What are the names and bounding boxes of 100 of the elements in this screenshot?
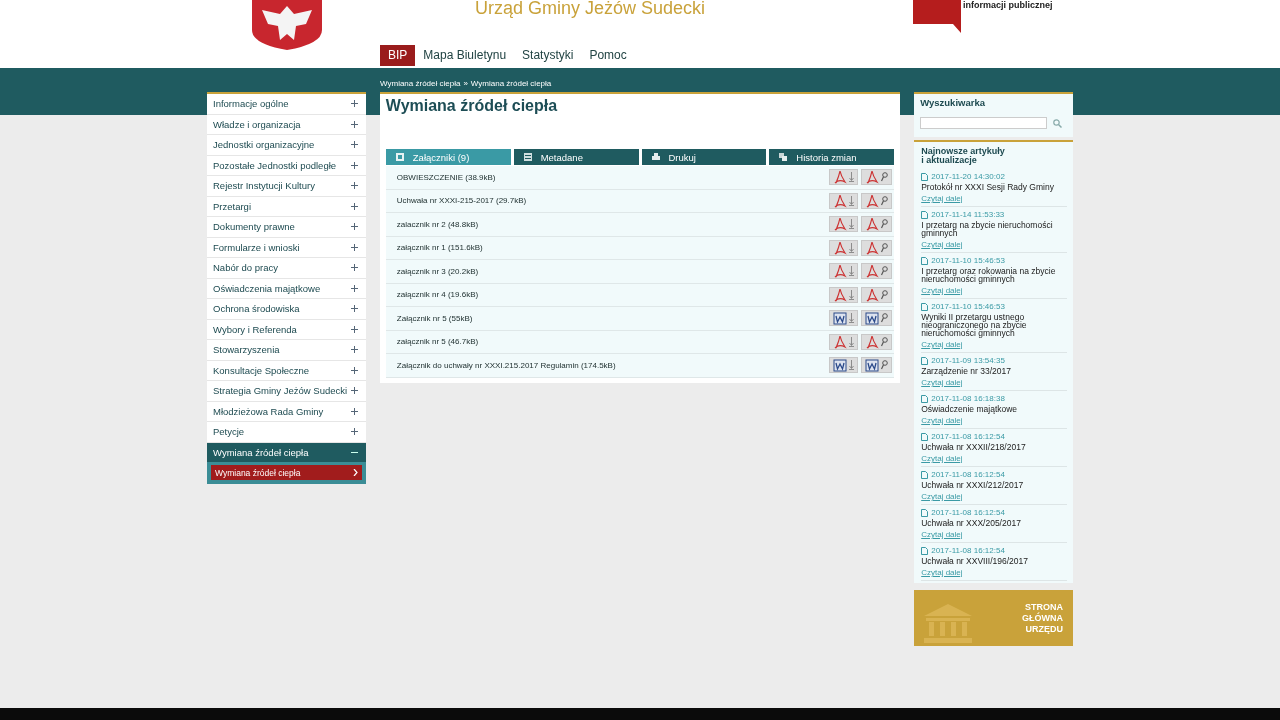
magnifier-icon xyxy=(881,172,889,183)
document-icon xyxy=(921,546,929,555)
plus-icon xyxy=(350,346,358,354)
plus-icon xyxy=(350,325,358,333)
download-button[interactable] xyxy=(829,216,859,233)
news-date: 2017-11-10 15:46:53 xyxy=(931,256,1005,265)
magnifier-icon xyxy=(881,195,889,206)
word-icon xyxy=(865,358,880,373)
magnifier-icon xyxy=(881,313,889,324)
document-icon xyxy=(921,256,929,265)
document-icon xyxy=(921,302,929,311)
news-title: Wyniki II przetargu ustnego nieograniczonego na zbycie nieruchomości gminnych xyxy=(921,313,1028,337)
magnifier-icon xyxy=(881,219,889,230)
panel-title: Wyszukiwarka xyxy=(920,97,986,108)
preview-button[interactable] xyxy=(861,263,893,280)
search-field[interactable] xyxy=(920,117,1048,129)
pdf-icon xyxy=(865,334,880,349)
document-icon xyxy=(523,153,532,161)
plus-icon xyxy=(350,305,358,313)
news-title: Zarządzenie nr 33/2017 xyxy=(921,367,1012,375)
news-date: 2017-11-09 13:54:35 xyxy=(931,356,1005,365)
pdf-icon xyxy=(865,287,880,302)
plus-icon xyxy=(350,366,358,374)
download-button[interactable] xyxy=(829,192,859,209)
pdf-icon xyxy=(865,170,880,185)
plus-icon xyxy=(350,100,358,108)
preview-button[interactable] xyxy=(861,169,893,186)
document-icon xyxy=(921,394,929,403)
document-icon xyxy=(921,470,929,479)
tab[interactable]: Historia zmian xyxy=(769,149,895,165)
document-icon xyxy=(921,210,929,219)
plus-icon xyxy=(350,264,358,272)
news-date: 2017-11-08 16:18:38 xyxy=(931,394,1005,403)
site-title: Urząd Gminy Jeżów Sudecki xyxy=(475,0,706,19)
chevron-right-icon xyxy=(352,469,358,476)
pdf-icon xyxy=(833,170,848,185)
download-icon xyxy=(849,195,855,206)
news-title: Uchwała nr XXVIII/196/2017 xyxy=(921,557,1029,565)
download-button[interactable] xyxy=(829,333,859,350)
preview-button[interactable] xyxy=(861,333,893,350)
plus-icon xyxy=(350,387,358,395)
sidebar-item[interactable]: Wymiana źródeł ciepła xyxy=(207,442,366,462)
plus-icon xyxy=(350,428,358,436)
news-date: 2017-11-08 16:12:54 xyxy=(931,470,1005,479)
magnifier-icon xyxy=(881,336,889,347)
download-button[interactable] xyxy=(829,357,859,374)
news-date: 2017-11-08 16:12:54 xyxy=(931,432,1005,441)
news-title: I przetarg oraz rokowania na zbycie nieruchomości gminnych xyxy=(921,267,1057,283)
nav-link[interactable]: Mapa Biuletynu xyxy=(415,45,515,66)
download-icon xyxy=(849,219,855,230)
preview-button[interactable] xyxy=(861,286,893,303)
attachment-name: załącznik nr 4 (19.6kB) xyxy=(396,290,480,300)
download-button[interactable] xyxy=(829,239,859,256)
news-date: 2017-11-14 11:53:33 xyxy=(931,210,1005,219)
download-icon xyxy=(849,313,855,324)
nav-link[interactable]: BIP xyxy=(380,45,416,66)
preview-button[interactable] xyxy=(861,192,893,209)
download-button[interactable] xyxy=(829,310,859,327)
breadcrumb-link[interactable]: Wymiana źródeł ciepła xyxy=(380,78,461,88)
news-date: 2017-11-20 14:30:02 xyxy=(931,172,1005,181)
pdf-icon xyxy=(833,264,848,279)
sidebar-subitem[interactable]: Wymiana źródeł ciepła xyxy=(211,465,362,480)
pdf-icon xyxy=(833,193,848,208)
panel-title: Najnowsze artykuły xyxy=(921,147,1006,156)
attachment-name: Załącznik do uchwały nr XXXI.215.2017 Regulamin (174.5kB) xyxy=(396,360,617,370)
document-icon xyxy=(921,432,929,441)
magnifier-icon xyxy=(881,242,889,253)
preview-button[interactable] xyxy=(861,357,893,374)
download-icon xyxy=(849,242,855,253)
news-title: Uchwała nr XXXII/218/2017 xyxy=(921,443,1027,451)
plus-icon xyxy=(350,407,358,415)
download-icon xyxy=(849,289,855,300)
tab[interactable]: Metadane xyxy=(513,149,639,165)
attachment-name: załącznik nr 1 (151.6kB) xyxy=(396,243,484,253)
download-button[interactable] xyxy=(829,286,859,303)
plus-icon xyxy=(350,161,358,169)
download-button[interactable] xyxy=(829,169,859,186)
word-icon xyxy=(833,358,848,373)
pdf-icon xyxy=(865,264,880,279)
plus-icon xyxy=(350,284,358,292)
download-button[interactable] xyxy=(829,263,859,280)
printer-icon xyxy=(651,153,660,161)
plus-icon xyxy=(350,182,358,190)
preview-button[interactable] xyxy=(861,310,893,327)
nav-link[interactable]: Pomoc xyxy=(581,45,635,66)
news-title: Protokół nr XXXI Sesji Rady Gminy xyxy=(921,183,1055,191)
tab[interactable]: Drukuj xyxy=(641,149,767,165)
attachment-name: załącznik nr 3 (20.2kB) xyxy=(396,266,480,276)
word-icon xyxy=(865,311,880,326)
search-icon xyxy=(1053,118,1063,128)
attachment-name: zalacznik nr 2 (48.8kB) xyxy=(396,219,480,229)
preview-button[interactable] xyxy=(861,216,893,233)
breadcrumb-link[interactable]: Wymiana źródeł ciepła xyxy=(470,78,552,88)
preview-button[interactable] xyxy=(861,239,893,256)
magnifier-icon xyxy=(881,360,889,371)
news-date: 2017-11-08 16:12:54 xyxy=(931,546,1005,555)
nav-link[interactable]: Statystyki xyxy=(514,45,582,66)
magnifier-icon xyxy=(881,266,889,277)
plus-icon xyxy=(350,120,358,128)
news-title: Oświadczenie majątkowe xyxy=(921,405,1019,413)
